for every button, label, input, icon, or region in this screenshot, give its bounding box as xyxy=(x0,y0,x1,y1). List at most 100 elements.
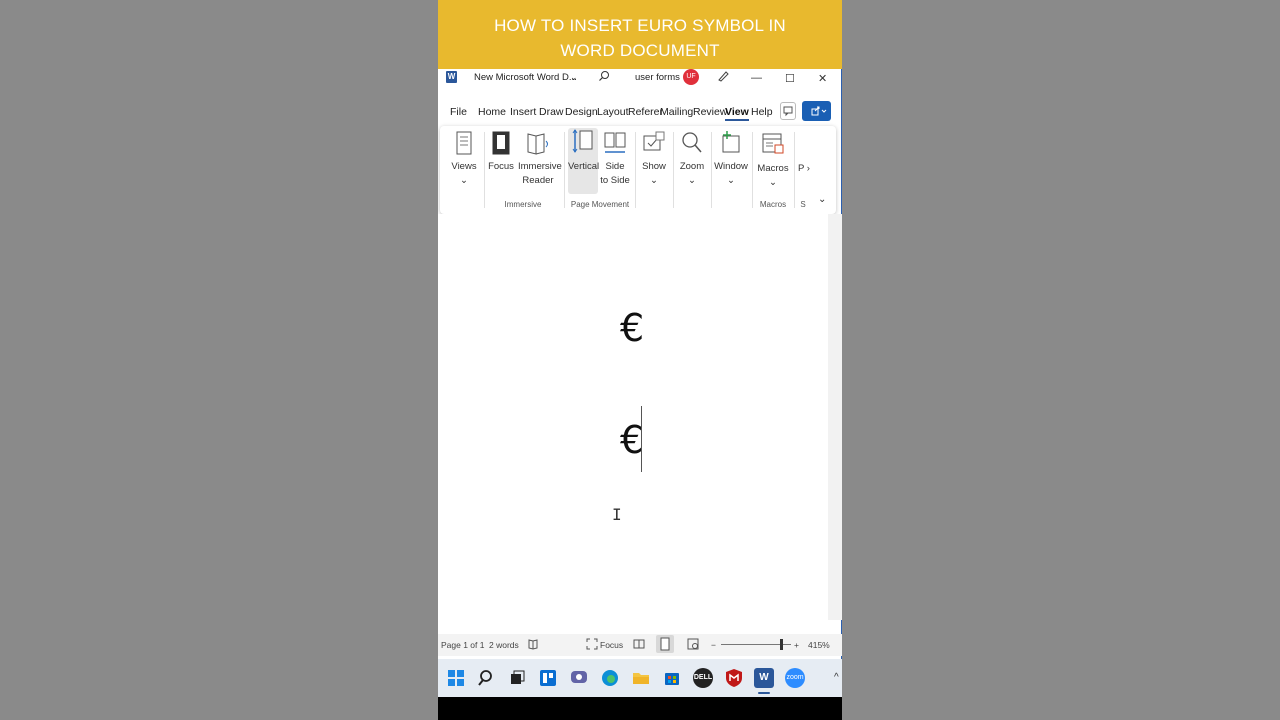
comment-icon xyxy=(783,106,793,117)
user-name[interactable]: user forms xyxy=(635,72,680,83)
focus-mode-icon[interactable] xyxy=(586,638,598,652)
document-title[interactable]: New Microsoft Word D... xyxy=(474,72,577,83)
minimize-button[interactable]: — xyxy=(751,72,762,84)
group-label-macros: Macros xyxy=(759,200,787,209)
immersive-reader-label-2: Reader xyxy=(522,175,554,186)
show-button[interactable]: Show ⌄ xyxy=(638,130,670,188)
focus-label: Focus xyxy=(488,161,514,172)
zoom-label: Zoom xyxy=(679,161,705,172)
tab-layout[interactable]: Layout xyxy=(597,106,629,118)
search-icon[interactable] xyxy=(477,668,497,688)
document-scroll-area[interactable] xyxy=(828,214,842,620)
show-label: Show xyxy=(642,161,666,172)
group-label-immersive: Immersive xyxy=(504,200,542,209)
chevron-down-icon: ⌄ xyxy=(688,175,696,186)
zoom-button[interactable]: Zoom ⌄ xyxy=(676,130,708,188)
store-icon[interactable] xyxy=(662,668,682,688)
word-taskbar-icon[interactable]: W xyxy=(754,668,774,688)
file-explorer-icon[interactable] xyxy=(631,668,651,688)
chevron-down-icon: ⌄ xyxy=(769,177,777,188)
status-bar: Page 1 of 1 2 words Focus − + 415% xyxy=(438,634,842,656)
chevron-down-icon[interactable]: ⌄ xyxy=(570,72,578,83)
close-button[interactable]: ✕ xyxy=(818,72,827,85)
print-layout-icon[interactable] xyxy=(656,635,674,653)
video-title-banner: HOW TO INSERT EURO SYMBOL IN WORD DOCUME… xyxy=(438,0,842,69)
side-to-side-button[interactable]: Side to Side xyxy=(600,130,630,188)
tab-file[interactable]: File xyxy=(450,106,467,118)
active-app-indicator xyxy=(758,692,770,694)
divider xyxy=(752,132,753,208)
web-layout-icon[interactable] xyxy=(687,638,699,652)
vertical-scroll-icon xyxy=(572,129,593,153)
pen-icon[interactable] xyxy=(716,69,730,86)
tab-insert[interactable]: Insert xyxy=(510,106,536,118)
chevron-up-icon[interactable]: ^ xyxy=(834,672,839,683)
views-button[interactable]: Views ⌄ xyxy=(446,130,482,188)
zoom-out-button[interactable]: − xyxy=(711,640,716,650)
ribbon-collapse-chevron-icon[interactable]: ⌄ xyxy=(818,194,826,205)
divider xyxy=(635,132,636,208)
zoom-in-button[interactable]: + xyxy=(794,640,799,650)
book-icon xyxy=(527,133,548,155)
title-bar: W New Microsoft Word D... ⌄ user forms U… xyxy=(438,69,842,88)
immersive-reader-label-1: Immersive xyxy=(518,161,562,172)
euro-symbol-1: € xyxy=(620,306,645,350)
focus-button[interactable]: Focus xyxy=(486,130,516,174)
avatar[interactable]: UF xyxy=(683,69,699,85)
vertical-button[interactable]: Vertical xyxy=(568,128,600,194)
divider xyxy=(484,132,485,208)
focus-mode-label[interactable]: Focus xyxy=(600,640,623,650)
tab-home[interactable]: Home xyxy=(478,106,506,118)
mcafee-icon[interactable] xyxy=(724,668,744,688)
document-page[interactable]: € € xyxy=(438,214,828,620)
more-button-truncated[interactable]: P › xyxy=(798,162,810,176)
search-icon[interactable] xyxy=(598,70,610,85)
window-label: Window xyxy=(714,161,748,172)
macros-button[interactable]: Macros ⌄ xyxy=(756,130,790,190)
tab-mailings[interactable]: Mailing xyxy=(660,106,693,118)
banner-line-1: HOW TO INSERT EURO SYMBOL IN xyxy=(494,16,786,35)
banner-line-2: WORD DOCUMENT xyxy=(560,41,720,60)
page-count[interactable]: Page 1 of 1 xyxy=(441,640,484,650)
group-label-truncated: S xyxy=(800,200,806,209)
tab-view[interactable]: View xyxy=(725,106,749,121)
views-icon xyxy=(456,131,472,155)
share-icon xyxy=(811,106,826,116)
tab-draw[interactable]: Draw xyxy=(539,106,564,118)
zoom-level[interactable]: 415% xyxy=(808,640,830,650)
text-cursor xyxy=(641,406,642,472)
task-view-icon[interactable] xyxy=(507,668,527,688)
window-button[interactable]: Window ⌄ xyxy=(714,130,748,188)
side-to-side-icon xyxy=(604,132,626,153)
share-button[interactable] xyxy=(802,101,831,121)
macros-icon xyxy=(762,133,784,154)
side-to-side-label-1: Side xyxy=(605,161,625,172)
edge-browser-icon[interactable] xyxy=(600,668,620,688)
side-to-side-label-2: to Side xyxy=(600,175,630,186)
tab-references[interactable]: Referer xyxy=(628,106,663,118)
tab-design[interactable]: Design xyxy=(565,106,598,118)
read-mode-icon[interactable] xyxy=(633,638,645,652)
maximize-button[interactable]: ☐ xyxy=(785,72,795,85)
magnifier-icon xyxy=(682,132,702,153)
comments-button[interactable] xyxy=(780,102,796,120)
zoom-slider-thumb[interactable] xyxy=(780,639,783,650)
windows-start-icon[interactable] xyxy=(446,668,466,688)
tab-review[interactable]: Review xyxy=(693,106,727,118)
divider xyxy=(711,132,712,208)
show-icon xyxy=(643,131,665,151)
zoom-app-icon[interactable]: zoom xyxy=(785,668,805,688)
chevron-down-icon: ⌄ xyxy=(650,175,658,186)
dell-icon[interactable]: DELL xyxy=(693,668,713,688)
teams-chat-icon[interactable] xyxy=(569,668,589,688)
focus-icon xyxy=(492,131,510,155)
immersive-reader-button[interactable]: Immersive Reader xyxy=(518,130,562,188)
proofing-book-icon[interactable] xyxy=(527,638,539,652)
new-window-icon xyxy=(722,131,740,153)
taskbar: DELL W zoom ^ xyxy=(438,659,842,697)
widgets-icon[interactable] xyxy=(538,668,558,688)
word-count[interactable]: 2 words xyxy=(489,640,519,650)
macros-label: Macros xyxy=(757,163,789,174)
tab-help[interactable]: Help xyxy=(751,106,773,118)
vertical-label: Vertical xyxy=(568,161,600,172)
